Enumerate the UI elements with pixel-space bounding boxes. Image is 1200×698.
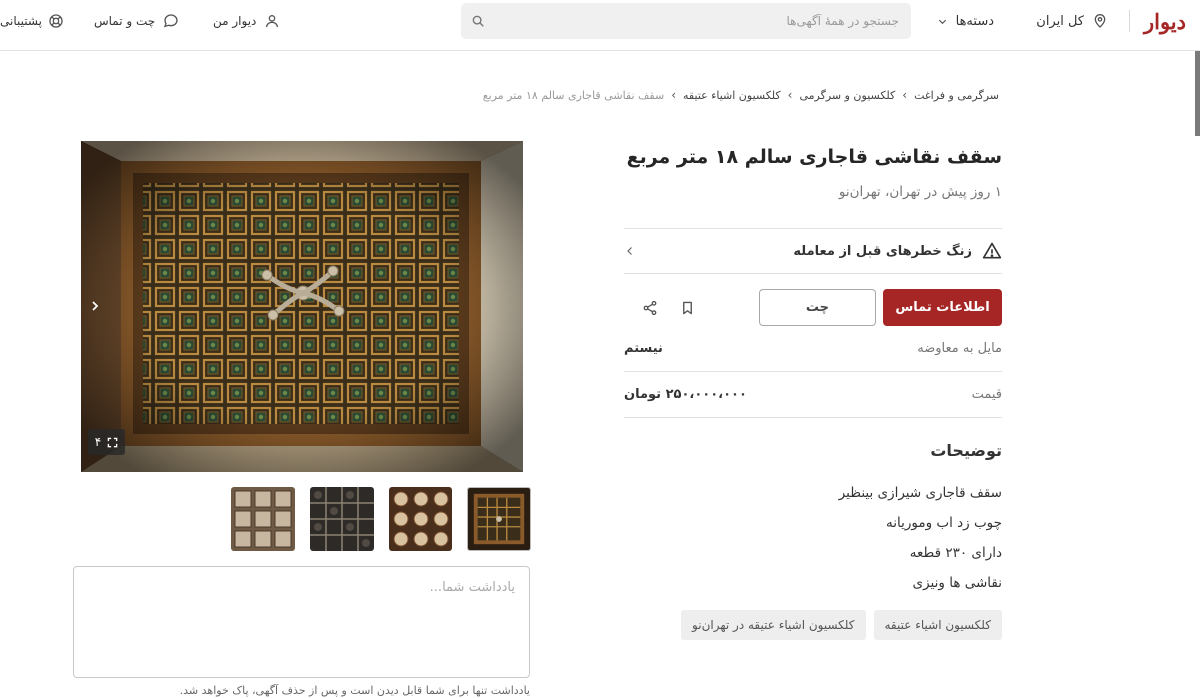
price-value: ۲۵۰،۰۰۰،۰۰۰ تومان (624, 387, 747, 402)
safety-warning-row[interactable]: زنگ خطرهای قبل از معامله (624, 228, 1002, 274)
main-photo[interactable]: ۴ (81, 141, 523, 472)
note-hint: یادداشت تنها برای شما قابل دیدن است و پس… (179, 684, 530, 697)
description-line: دارای ۲۳۰ قطعه (909, 545, 1002, 561)
breadcrumb-item-antiques[interactable]: کلکسیون اشیاء عتیقه (683, 89, 781, 102)
ad-subtitle: ۱ روز پیش در تهران، تهران‌نو (838, 184, 1002, 200)
field-row-exchange: مایل به معاوضه نیستم (624, 326, 1002, 372)
field-label: مایل به معاوضه (917, 341, 1002, 356)
description-heading: توضیحات (930, 441, 1002, 460)
chat-nav-label: چت و تماس (94, 14, 156, 28)
chevron-down-icon (937, 16, 948, 27)
description-body: سقف قاجاری شیرازی بینظیر چوب زد اب وموری… (624, 478, 1002, 598)
tag-antiques-location[interactable]: کلکسیون اشیاء عتیقه در تهران‌نو (681, 610, 866, 640)
divar-logo[interactable]: دیوار (1144, 7, 1186, 35)
thumbnail-strip (231, 487, 531, 551)
chevron-left-icon: ‹ (902, 88, 908, 102)
location-selector[interactable]: کل ایران (1036, 7, 1108, 35)
note-textarea[interactable] (73, 566, 530, 678)
chevron-left-icon (624, 245, 636, 257)
description-line: نقاشی ها ونیزی (912, 575, 1002, 591)
chat-nav-link[interactable]: چت و تماس (94, 7, 179, 35)
breadcrumb-item-collection[interactable]: کلکسیون و سرگرمی (799, 89, 895, 102)
action-bar: اطلاعات تماس چت (624, 289, 1002, 326)
warning-icon (982, 241, 1002, 261)
location-icon (1092, 13, 1108, 29)
safety-warning-text: زنگ خطرهای قبل از معامله (793, 243, 972, 259)
breadcrumb-current: سقف نقاشی قاجاری سالم ۱۸ متر مربع (482, 88, 665, 102)
breadcrumb: سرگرمی و فراغت ‹ کلکسیون و سرگرمی ‹ کلکس… (483, 86, 999, 104)
share-icon[interactable] (635, 293, 665, 323)
chat-icon (163, 13, 179, 29)
my-divar-label: دیوار من (213, 14, 257, 28)
field-label: قیمت (971, 387, 1002, 402)
description-line: سقف قاجاری شیرازی بینظیر (838, 485, 1002, 501)
support-label: پشتیبانی (0, 14, 42, 28)
gallery-next-button[interactable] (85, 291, 105, 321)
chevron-left-icon: ‹ (787, 88, 793, 102)
my-divar-link[interactable]: دیوار من (213, 7, 280, 35)
chevron-left-icon: ‹ (671, 88, 677, 102)
ad-title: سقف نقاشی قاجاری سالم ۱۸ متر مربع (626, 146, 1002, 168)
expand-icon (107, 437, 118, 448)
photo-count-badge[interactable]: ۴ (88, 429, 125, 455)
tag-list: کلکسیون اشیاء عتیقه کلکسیون اشیاء عتیقه … (624, 610, 1002, 640)
page-scrollbar[interactable] (1195, 51, 1200, 136)
search-bar[interactable] (461, 3, 911, 39)
ad-info-column: سقف نقاشی قاجاری سالم ۱۸ متر مربع ۱ روز … (624, 140, 1002, 640)
thumbnail-3[interactable] (388, 487, 453, 551)
description-line: چوب زد اب وموریانه (885, 515, 1002, 531)
field-value: نیستم (624, 341, 663, 356)
contact-info-button[interactable]: اطلاعات تماس (883, 289, 1002, 326)
categories-dropdown[interactable]: دسته‌ها (937, 7, 994, 35)
tag-antiques[interactable]: کلکسیون اشیاء عتیقه (873, 610, 1002, 640)
thumbnail-4-active[interactable] (467, 487, 531, 551)
search-input[interactable] (485, 14, 901, 28)
categories-label: دسته‌ها (955, 13, 994, 29)
thumbnail-1[interactable] (231, 487, 295, 551)
search-icon (471, 14, 485, 28)
header-divider (1129, 10, 1130, 32)
support-link[interactable]: پشتیبانی (0, 7, 64, 35)
location-label: کل ایران (1036, 13, 1084, 29)
user-icon (264, 13, 280, 29)
field-row-price: قیمت ۲۵۰،۰۰۰،۰۰۰ تومان (624, 372, 1002, 418)
photo-count: ۴ (94, 435, 102, 449)
breadcrumb-item-leisure[interactable]: سرگرمی و فراغت (914, 89, 999, 102)
top-header: دیوار کل ایران دسته‌ها دیوار من چت و تما… (0, 0, 1200, 51)
thumbnail-2[interactable] (309, 487, 374, 551)
chat-button[interactable]: چت (759, 289, 876, 326)
bookmark-icon[interactable] (672, 293, 702, 323)
support-icon (48, 13, 64, 29)
